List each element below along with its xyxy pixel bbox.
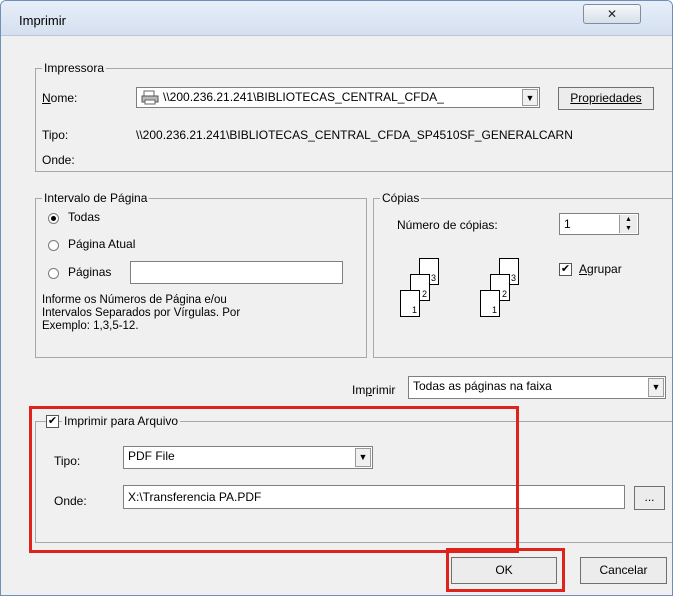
- chevron-down-icon[interactable]: ▼: [648, 378, 664, 397]
- radio-current-page[interactable]: [48, 240, 59, 251]
- print-what-value: Todas as páginas na faixa: [413, 379, 552, 393]
- printer-group-title: Impressora: [42, 61, 107, 75]
- window-title: Imprimir: [19, 13, 66, 28]
- collate-page: 1: [400, 290, 420, 317]
- pages-input[interactable]: [130, 261, 343, 284]
- printer-group: Impressora: [35, 61, 672, 172]
- radio-all-pages[interactable]: [48, 213, 59, 224]
- printer-icon: [141, 90, 159, 108]
- properties-button-label: Propriedades: [570, 91, 642, 105]
- printer-name-select[interactable]: \\200.236.21.241\BIBLIOTECAS_CENTRAL_CFD…: [136, 87, 540, 108]
- page-range-group-title: Intervalo de Página: [42, 191, 150, 205]
- printer-name-value: \\200.236.21.241\BIBLIOTECAS_CENTRAL_CFD…: [163, 90, 444, 104]
- radio-current-page-label: Página Atual: [68, 237, 136, 251]
- range-hint-line: Exemplo: 1,3,5-12.: [42, 320, 139, 332]
- printer-where-label: Onde:: [42, 153, 75, 167]
- printer-type-value: \\200.236.21.241\BIBLIOTECAS_CENTRAL_CFD…: [136, 128, 573, 142]
- copies-count-value: 1: [564, 217, 571, 231]
- close-icon: ✕: [606, 7, 618, 21]
- copies-group-title: Cópias: [380, 191, 422, 205]
- radio-all-pages-label: Todas: [68, 210, 101, 224]
- highlight-ok-button: [446, 548, 565, 592]
- copies-stepper[interactable]: 1 ▲ ▼: [559, 213, 639, 235]
- range-hint-line: Intervalos Separados por Vírgulas. Por: [42, 307, 241, 319]
- radio-pages-label: Páginas: [68, 265, 112, 279]
- close-button[interactable]: ✕: [583, 4, 641, 24]
- printer-type-label: Tipo:: [42, 128, 69, 142]
- range-hint-line: Informe os Números de Página e/ou: [42, 294, 227, 306]
- print-what-label: Imprimir: [352, 383, 396, 397]
- browse-button[interactable]: ...: [634, 486, 665, 510]
- collate-label: Agrupar: [579, 262, 622, 276]
- collate-checkbox[interactable]: ✔: [559, 263, 572, 276]
- spinner-arrows-icon[interactable]: ▲ ▼: [619, 215, 637, 233]
- copies-count-label: Número de cópias:: [397, 218, 498, 232]
- collate-page: 1: [480, 290, 500, 317]
- dialog-client-area: Impressora Nome: \\200.236.21.241\BIBLIO…: [19, 36, 672, 594]
- title-bar[interactable]: Imprimir ✕: [1, 1, 672, 36]
- cancel-button[interactable]: Cancelar: [580, 557, 667, 584]
- chevron-down-icon[interactable]: ▼: [522, 89, 538, 106]
- print-dialog: Imprimir ✕ Impressora Nome: \\200.236.21…: [0, 0, 673, 596]
- print-what-select[interactable]: Todas as páginas na faixa ▼: [408, 376, 666, 399]
- printer-name-label: Nome:: [42, 91, 78, 105]
- properties-button[interactable]: Propriedades: [558, 87, 654, 110]
- radio-pages[interactable]: [48, 268, 59, 279]
- highlight-print-to-file: [29, 406, 519, 553]
